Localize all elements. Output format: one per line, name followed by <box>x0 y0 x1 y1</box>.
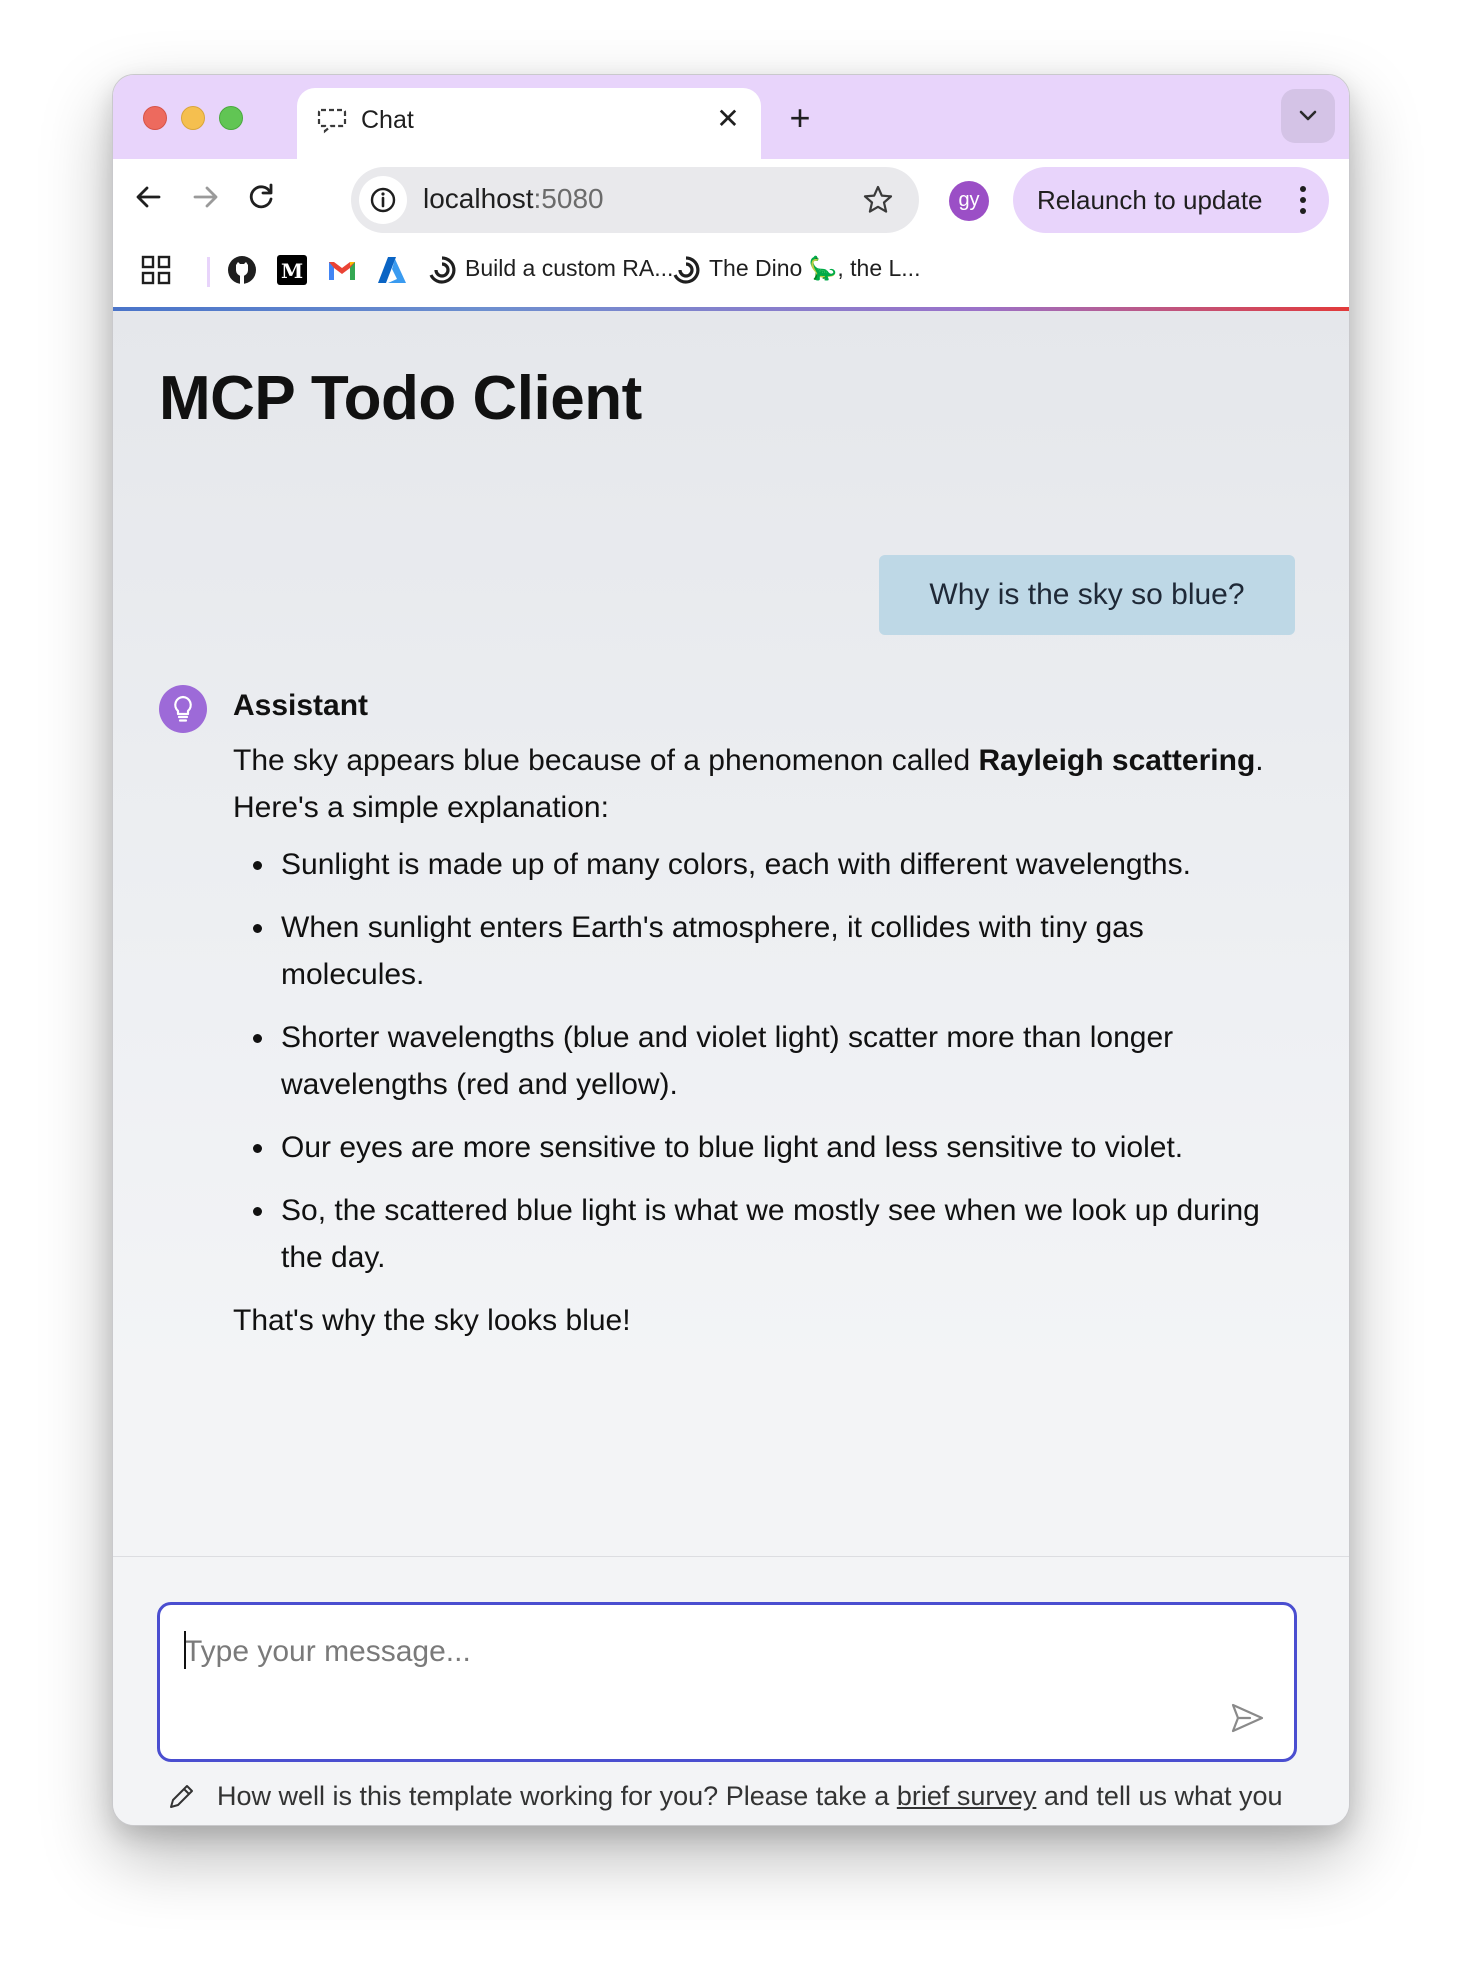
relaunch-label: Relaunch to update <box>1037 185 1263 215</box>
profile-avatar[interactable]: gy <box>949 181 989 221</box>
svg-text:M: M <box>281 259 303 283</box>
more-vert-icon[interactable] <box>1291 181 1315 219</box>
relaunch-button[interactable]: Relaunch to update <box>1013 167 1329 233</box>
reload-button[interactable] <box>239 175 283 219</box>
star-icon <box>863 185 893 213</box>
list-item: So, the scattered blue light is what we … <box>233 1187 1293 1281</box>
survey-text: How well is this template working for yo… <box>217 1781 897 1811</box>
bookmark-label[interactable]: The Dino 🦕, the L... <box>709 255 920 282</box>
assistant-avatar <box>159 685 207 733</box>
url-host: localhost <box>423 183 534 214</box>
github-icon[interactable] <box>225 253 259 287</box>
azure-icon[interactable] <box>375 253 409 287</box>
site-info-button[interactable] <box>359 176 407 224</box>
minimize-window-button[interactable] <box>181 106 205 130</box>
list-item: When sunlight enters Earth's atmosphere,… <box>233 904 1293 998</box>
lightbulb-icon <box>174 695 192 722</box>
maximize-window-button[interactable] <box>219 106 243 130</box>
assistant-conclusion: That's why the sky looks blue! <box>233 1304 631 1337</box>
intro-text: The sky appears blue because of a phenom… <box>233 744 979 777</box>
openai-icon[interactable] <box>425 253 459 287</box>
bookmark-label[interactable]: Build a custom RA... <box>465 255 673 282</box>
intro-bold: Rayleigh scattering <box>978 744 1256 777</box>
list-item: Our eyes are more sensitive to blue ligh… <box>233 1124 1293 1171</box>
survey-link[interactable]: brief survey <box>897 1781 1037 1811</box>
tab-chat[interactable]: Chat ✕ <box>297 88 761 159</box>
arrow-right-icon <box>193 186 218 208</box>
new-tab-button[interactable]: + <box>780 99 820 139</box>
close-tab-icon[interactable]: ✕ <box>711 102 745 136</box>
url-port: :5080 <box>533 183 604 214</box>
forward-button[interactable] <box>183 175 227 219</box>
medium-icon[interactable]: M <box>275 253 309 287</box>
bookmark-star-button[interactable] <box>859 181 897 219</box>
apps-grid-icon[interactable] <box>139 253 173 287</box>
pencil-icon <box>165 1781 197 1813</box>
assistant-name: Assistant <box>233 689 369 722</box>
composer-divider <box>113 1556 1349 1557</box>
info-icon <box>370 187 396 213</box>
close-window-button[interactable] <box>143 106 167 130</box>
url-text: localhost:5080 <box>423 183 604 215</box>
address-bar[interactable]: localhost:5080 <box>351 167 919 233</box>
back-button[interactable] <box>127 175 171 219</box>
chat-page: MCP Todo Client Why is the sky so blue? … <box>113 311 1349 1825</box>
openai-icon[interactable] <box>669 253 703 287</box>
arrow-left-icon <box>136 186 161 208</box>
tab-title: Chat <box>361 106 414 134</box>
list-item: Shorter wavelengths (blue and violet lig… <box>233 1014 1293 1108</box>
message-composer[interactable] <box>157 1602 1297 1762</box>
chat-icon <box>315 102 349 136</box>
send-icon <box>1231 1703 1264 1733</box>
list-item: Sunlight is made up of many colors, each… <box>233 841 1293 888</box>
assistant-bullet-list: Sunlight is made up of many colors, each… <box>233 841 1293 1281</box>
page-title: MCP Todo Client <box>159 364 642 433</box>
text-caret <box>184 1631 186 1669</box>
assistant-message: The sky appears blue because of a phenom… <box>233 737 1293 1344</box>
bookmarks-bar: M Build a custom RA... The Dino 🦕, the L… <box>113 237 1349 307</box>
browser-toolbar: localhost:5080 gy Relaunch to update <box>113 159 1349 237</box>
gmail-icon[interactable] <box>325 253 359 287</box>
assistant-intro: The sky appears blue because of a phenom… <box>233 737 1293 831</box>
send-button[interactable] <box>1228 1699 1266 1737</box>
browser-window: Chat ✕ + localhost:5080 gy Relaunch to u… <box>112 74 1350 1826</box>
bookmarks-separator <box>207 257 210 287</box>
message-input[interactable] <box>184 1627 1184 1677</box>
survey-note: How well is this template working for yo… <box>217 1775 1297 1825</box>
tab-search-button[interactable] <box>1281 89 1335 143</box>
chevron-down-icon <box>1299 110 1317 121</box>
reload-icon <box>249 183 273 209</box>
user-message: Why is the sky so blue? <box>879 555 1295 635</box>
tab-strip: Chat ✕ + <box>113 75 1349 159</box>
